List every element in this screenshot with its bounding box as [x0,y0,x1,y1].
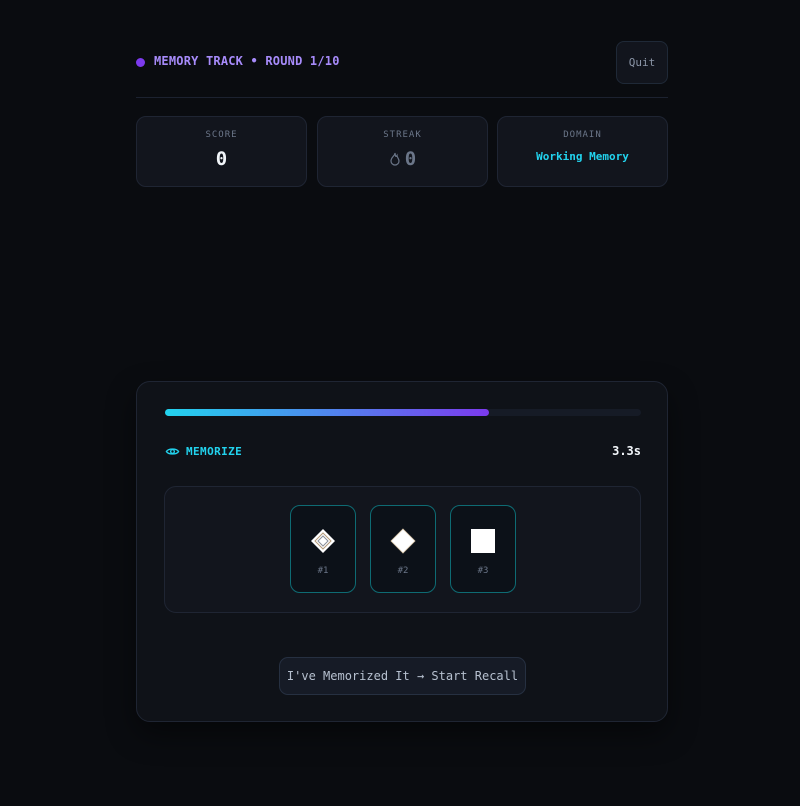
streak-value: 0 [404,148,417,170]
square-icon [471,529,495,553]
status-dot-icon [136,58,145,67]
quit-button[interactable]: Quit [616,41,668,84]
start-recall-button[interactable]: I've Memorized It → Start Recall [279,657,526,695]
timer-progress-fill [165,409,489,416]
memory-item-label: #1 [317,566,329,576]
timer-progress-bar [165,409,641,416]
domain-title: DOMAIN [563,130,602,140]
memory-sequence-area: #1 #2 #3 [164,486,641,613]
domain-value: Working Memory [536,150,629,163]
memory-card: MEMORIZE 3.3s #1 #2 #3 I've Memorized It… [136,381,668,722]
track-round-label: MEMORY TRACK • ROUND 1/10 [154,54,340,68]
diamond-outline-icon [311,529,335,553]
memory-item-3: #3 [450,505,516,593]
score-title: SCORE [205,130,238,140]
domain-card: DOMAIN Working Memory [497,116,668,187]
phase-label: MEMORIZE [186,444,243,458]
header: MEMORY TRACK • ROUND 1/10 Quit [136,41,668,84]
memory-item-2: #2 [370,505,436,593]
flame-icon [390,152,400,166]
phase-indicator: MEMORIZE [165,443,242,459]
streak-value-row: 0 [318,148,487,170]
header-divider [136,97,668,98]
score-value: 0 [215,148,228,170]
streak-card: STREAK 0 [317,116,488,187]
score-card: SCORE 0 [136,116,307,187]
memory-item-label: #2 [397,566,409,576]
memory-item-label: #3 [477,566,489,576]
diamond-icon [390,528,416,554]
memory-item-1: #1 [290,505,356,593]
streak-title: STREAK [383,130,422,140]
countdown-timer: 3.3s [612,444,641,458]
eye-icon [165,447,180,455]
